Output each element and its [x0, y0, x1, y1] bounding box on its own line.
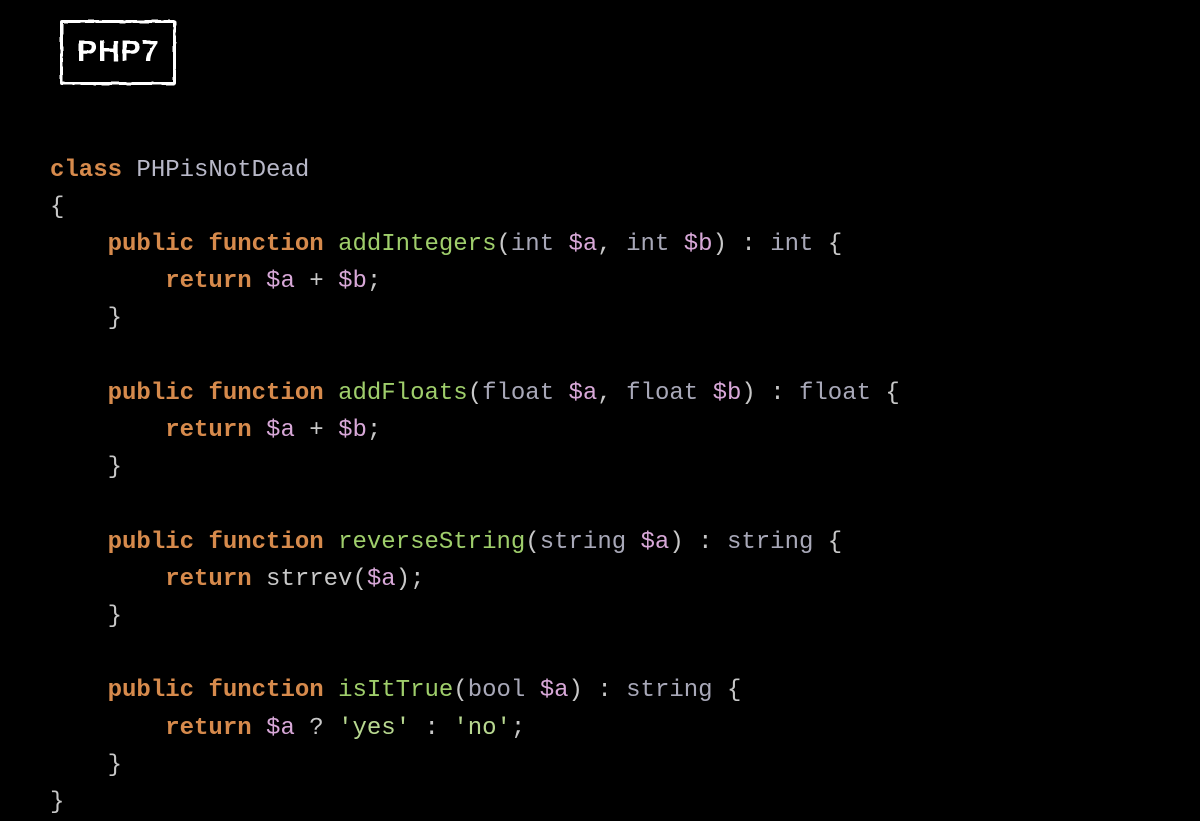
- function-keyword: function: [208, 231, 323, 258]
- method-name: reverseString: [338, 529, 525, 556]
- public-keyword: public: [108, 677, 194, 704]
- public-keyword: public: [108, 529, 194, 556]
- class-keyword: class: [50, 157, 122, 184]
- return-keyword: return: [165, 268, 251, 295]
- php7-badge: PHP7: [60, 20, 176, 85]
- return-type: float: [799, 380, 871, 407]
- return-keyword: return: [165, 417, 251, 444]
- string-yes: 'yes': [338, 715, 410, 742]
- method-name: addFloats: [338, 380, 468, 407]
- var-a: $a: [266, 417, 295, 444]
- return-keyword: return: [165, 715, 251, 742]
- params: (bool $a): [453, 677, 583, 704]
- code-block: class PHPisNotDead { public function add…: [50, 115, 1150, 821]
- var-b: $b: [338, 268, 367, 295]
- close-brace: }: [50, 789, 64, 816]
- string-no: 'no': [453, 715, 511, 742]
- func-call: strrev: [266, 566, 352, 593]
- plus-op: +: [309, 417, 323, 444]
- return-type: string: [727, 529, 813, 556]
- call-arg: $a: [367, 566, 396, 593]
- plus-op: +: [309, 268, 323, 295]
- function-keyword: function: [208, 529, 323, 556]
- return-type: int: [770, 231, 813, 258]
- var-b: $b: [338, 417, 367, 444]
- public-keyword: public: [108, 231, 194, 258]
- function-keyword: function: [208, 677, 323, 704]
- params: (int $a, int $b): [497, 231, 728, 258]
- return-keyword: return: [165, 566, 251, 593]
- params: (string $a): [525, 529, 683, 556]
- method-name: isItTrue: [338, 677, 453, 704]
- open-brace: {: [50, 194, 64, 221]
- function-keyword: function: [208, 380, 323, 407]
- return-type: string: [626, 677, 712, 704]
- class-name: PHPisNotDead: [136, 157, 309, 184]
- public-keyword: public: [108, 380, 194, 407]
- var-a: $a: [266, 268, 295, 295]
- method-name: addIntegers: [338, 231, 496, 258]
- params: (float $a, float $b): [468, 380, 756, 407]
- cond-var: $a: [266, 715, 295, 742]
